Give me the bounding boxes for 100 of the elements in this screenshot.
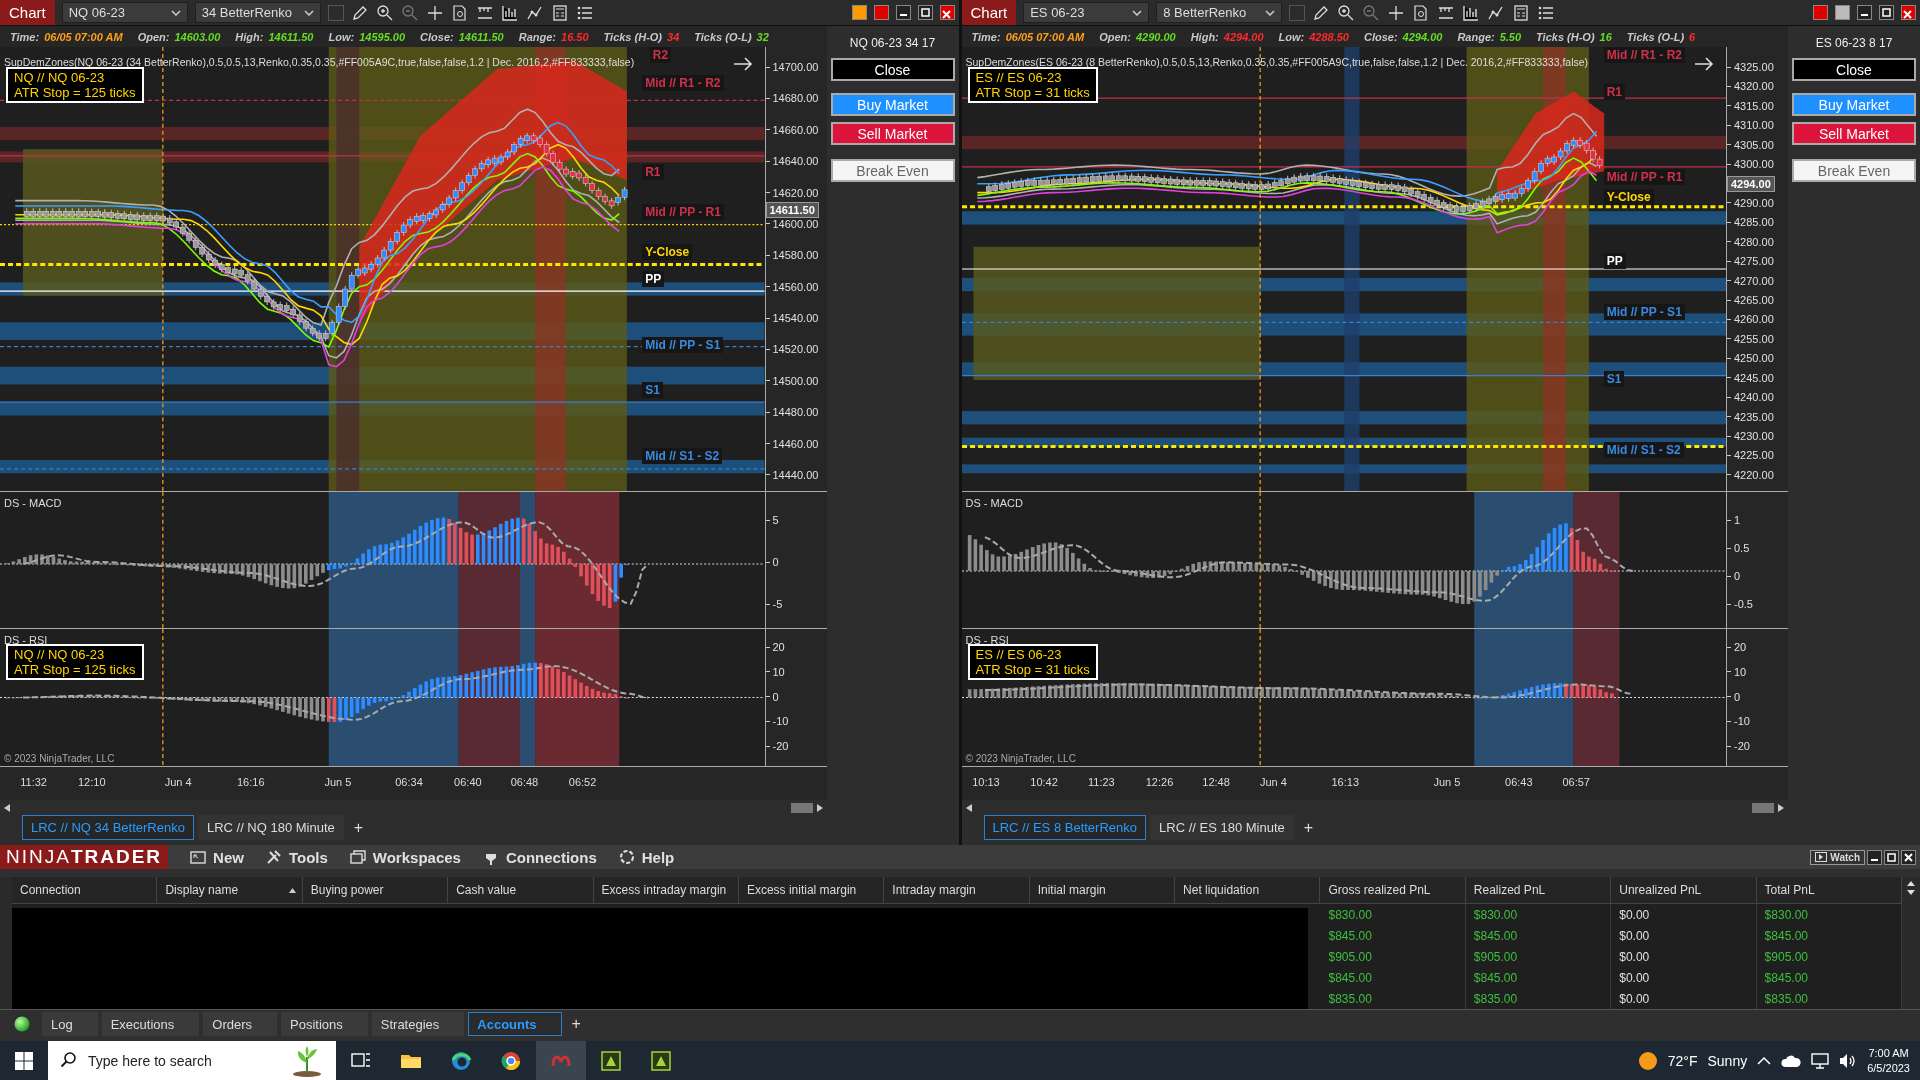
column-header[interactable]: Initial margin	[1029, 877, 1176, 904]
arrow-app-icon[interactable]	[600, 1049, 622, 1072]
instrument-dropdown[interactable]: ES 06-23	[1023, 2, 1150, 23]
panel-tab[interactable]: Strategies	[371, 1012, 465, 1036]
close-icon[interactable]	[939, 5, 955, 20]
info-value: 6	[1689, 30, 1696, 43]
scroll-left-icon[interactable]	[965, 803, 972, 812]
axis-label: -5	[765, 598, 827, 610]
column-header[interactable]: Total PnL	[1756, 877, 1902, 904]
menu-item[interactable]: New	[190, 848, 244, 866]
info-label: Time:	[971, 30, 1001, 43]
column-header[interactable]: Gross realized PnL	[1320, 877, 1466, 904]
watch-button[interactable]: Watch	[1810, 849, 1865, 865]
bar-type-dropdown[interactable]: 8 BetterRenko	[1156, 2, 1283, 23]
calculator-icon[interactable]	[1512, 3, 1531, 22]
scroll-thumb[interactable]	[1752, 802, 1774, 813]
panel-tab[interactable]: Positions	[281, 1012, 368, 1036]
menu-item[interactable]: Connections	[482, 848, 597, 866]
scroll-right-icon[interactable]	[1778, 803, 1784, 812]
scroll-left-icon[interactable]	[4, 803, 10, 812]
table-cell: $830.00	[1320, 904, 1466, 925]
column-header[interactable]: Net liquidation	[1175, 877, 1321, 904]
calculator-icon[interactable]	[550, 3, 569, 22]
bar-type-dropdown[interactable]: 34 BetterRenko	[194, 2, 321, 23]
windows-start-icon[interactable]	[15, 1051, 33, 1070]
break-even-button[interactable]: Break Even	[830, 159, 955, 182]
column-header[interactable]: Display name	[157, 877, 303, 904]
chart-tab[interactable]: LRC // ES 180 Minute	[1150, 815, 1294, 840]
instrument-dropdown[interactable]: NQ 06-23	[61, 2, 188, 23]
scroll-thumb[interactable]	[790, 802, 813, 813]
chart-tab[interactable]: LRC // NQ 180 Minute	[197, 815, 344, 840]
zoom-out-icon[interactable]	[1362, 3, 1381, 22]
column-header[interactable]: Intraday margin	[884, 877, 1030, 904]
clock-date[interactable]: 6/5/2023	[1867, 1060, 1910, 1076]
axis-label: 4275.00	[1727, 255, 1788, 268]
column-title: Excess initial margin	[746, 883, 857, 897]
maximize-icon[interactable]	[1879, 5, 1894, 20]
column-header[interactable]: Realized PnL	[1465, 877, 1612, 904]
ninjatrader-logo: NINJATRADER	[0, 845, 169, 869]
color-tile-icon[interactable]	[1835, 5, 1850, 20]
maximize-icon[interactable]	[1884, 849, 1899, 865]
clock-time[interactable]: 7:00 AM	[1868, 1045, 1909, 1061]
bar-chart-icon[interactable]	[500, 3, 519, 22]
color-tile-icon[interactable]	[851, 5, 867, 20]
chevron-up-icon[interactable]	[1757, 1055, 1772, 1066]
panel-tab[interactable]: Orders	[203, 1012, 278, 1036]
column-header[interactable]: Buying power	[302, 877, 449, 904]
panel-tab[interactable]: Accounts	[468, 1012, 562, 1036]
axis-label: 0	[765, 556, 827, 568]
indicator-text: SupDemZones(ES 06-23 (8 BetterRenko),0.5,0.5,13,Renko,0.35,0.35,#FF005A9C,true,false,false,1.2 | Dec. 2016,2,#FF833333,false)	[965, 56, 1589, 68]
browser-icon[interactable]	[500, 1049, 522, 1072]
chart-tab[interactable]: LRC // ES 8 BetterRenko	[983, 815, 1146, 840]
column-header[interactable]: Connection	[12, 877, 158, 904]
crosshair-icon[interactable]	[425, 3, 444, 22]
legend-text: NQ // NQ 06-23	[14, 647, 106, 663]
panel-tab[interactable]: Log	[42, 1012, 98, 1036]
column-header[interactable]: Unrealized PnL	[1611, 877, 1757, 904]
bar-chart-icon[interactable]	[1462, 3, 1481, 22]
info-label: Open:	[1099, 30, 1131, 43]
maximize-icon[interactable]	[917, 5, 933, 20]
close-button[interactable]: Close	[1792, 58, 1916, 81]
column-header[interactable]: Excess intraday margin	[593, 877, 739, 904]
zoom-out-icon[interactable]	[400, 3, 419, 22]
menu-item[interactable]: Help	[618, 848, 675, 866]
add-tab-button[interactable]: +	[1297, 815, 1320, 840]
search-field[interactable]: Type here to search	[48, 1041, 336, 1080]
column-header[interactable]: Excess initial margin	[738, 877, 885, 904]
crosshair-icon[interactable]	[1387, 3, 1406, 22]
panel-tab[interactable]: Executions	[101, 1012, 200, 1036]
axis-label: -20	[1727, 740, 1788, 752]
scroll-up-icon[interactable]	[1907, 881, 1915, 886]
scroll-right-icon[interactable]	[816, 803, 823, 812]
color-tile-icon[interactable]	[873, 5, 889, 20]
minimize-icon[interactable]	[1867, 849, 1882, 865]
add-tab-button[interactable]: +	[347, 815, 370, 840]
info-label: Close:	[420, 30, 454, 43]
menu-item[interactable]: Workspaces	[349, 848, 461, 866]
close-icon[interactable]	[1901, 849, 1916, 865]
zoom-in-icon[interactable]	[375, 3, 394, 22]
minimize-icon[interactable]	[895, 5, 911, 20]
menu-item[interactable]: Tools	[265, 848, 328, 866]
column-header[interactable]: Cash value	[448, 877, 594, 904]
break-even-button[interactable]: Break Even	[1792, 159, 1916, 182]
cloud-icon[interactable]	[1781, 1053, 1802, 1068]
close-button[interactable]: Close	[830, 58, 955, 81]
arrow-app-icon[interactable]	[650, 1049, 672, 1072]
browser-icon[interactable]	[450, 1049, 472, 1072]
add-tab-button[interactable]: +	[565, 1012, 587, 1036]
document-search-icon[interactable]	[450, 3, 469, 22]
scroll-down-icon[interactable]	[1907, 890, 1915, 895]
color-tile-icon[interactable]	[1813, 5, 1828, 20]
minimize-icon[interactable]	[1857, 5, 1872, 20]
axis-label: 4260.00	[1727, 313, 1788, 326]
zoom-in-icon[interactable]	[1337, 3, 1356, 22]
network-icon[interactable]	[1811, 1052, 1830, 1069]
chart-tab[interactable]: LRC // NQ 34 BetterRenko	[22, 815, 194, 840]
sell-market-button[interactable]: Sell Market	[830, 122, 955, 145]
sell-market-button[interactable]: Sell Market	[1792, 122, 1916, 145]
speaker-icon[interactable]	[1839, 1052, 1858, 1069]
connection-status-icon	[14, 1016, 30, 1032]
